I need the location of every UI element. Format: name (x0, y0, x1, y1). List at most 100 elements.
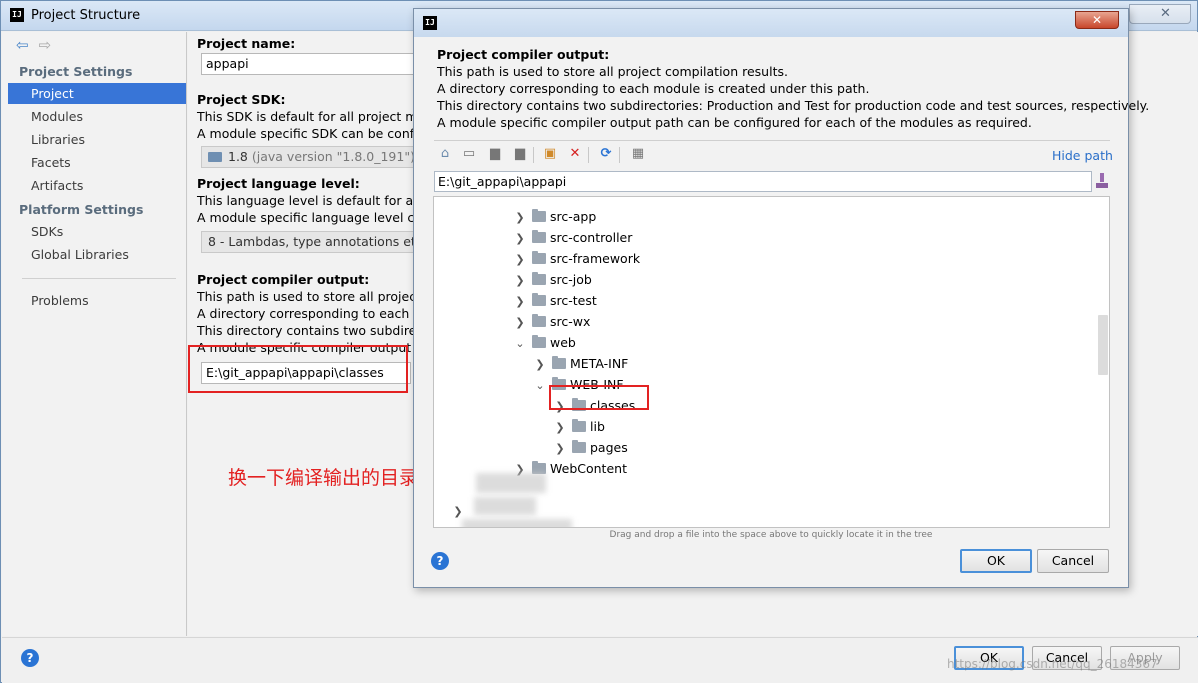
language-level-desc-1: This language level is default for all p (197, 193, 432, 208)
folder-icon (532, 314, 546, 327)
dialog-ok-button[interactable]: OK (960, 549, 1032, 573)
folder-icon (532, 251, 546, 264)
tree-node[interactable]: ❯ src-test (514, 290, 597, 311)
dialog-divider (434, 140, 1110, 141)
dialog-help-icon[interactable]: ? (431, 552, 449, 570)
sidebar-item-facets[interactable]: Facets (8, 152, 186, 173)
sidebar-item-global-libraries[interactable]: Global Libraries (8, 244, 186, 265)
tree-node-label: src-job (550, 272, 592, 287)
show-hidden-icon[interactable]: ▦ (630, 146, 646, 162)
home-icon[interactable]: ⌂ (437, 146, 453, 162)
chevron-right-icon[interactable]: ❯ (514, 270, 526, 291)
sidebar-item-problems[interactable]: Problems (8, 290, 186, 311)
chevron-right-icon[interactable]: ❯ (554, 438, 566, 459)
toolbar-separator (588, 147, 589, 163)
dialog-titlebar: IJ ✕ (414, 9, 1128, 37)
chevron-right-icon[interactable]: ❯ (514, 312, 526, 333)
compiler-output-desc-1: This path is used to store all project c (197, 289, 432, 304)
chevron-right-icon[interactable]: ❯ (514, 249, 526, 270)
chevron-right-icon[interactable]: ❯ (514, 291, 526, 312)
tree-node-label: META-INF (570, 356, 629, 371)
dialog-cancel-button[interactable]: Cancel (1037, 549, 1109, 573)
tree-node[interactable]: ❯ (452, 500, 464, 521)
download-path-icon[interactable] (1095, 173, 1109, 189)
sdk-version: 1.8 (228, 149, 248, 164)
intellij-app-icon: IJ (423, 16, 437, 30)
watermark: https://blog.csdn.net/qq_26184367 (947, 657, 1158, 671)
compiler-output-desc-2: A directory corresponding to each m (197, 306, 426, 321)
tree-node[interactable]: ❯ src-app (514, 206, 596, 227)
path-input[interactable]: E:\git_appapi\appapi (434, 171, 1092, 192)
chevron-right-icon[interactable]: ❯ (534, 354, 546, 375)
folder-icon (572, 440, 586, 453)
forward-arrow-icon[interactable]: ⇨ (39, 36, 52, 54)
tree-node-label: src-wx (550, 314, 591, 329)
toolbar-separator (533, 147, 534, 163)
new-folder-icon[interactable]: ▣ (542, 146, 558, 162)
redacted-tree-item (476, 473, 546, 493)
intellij-app-icon: IJ (10, 8, 24, 22)
module-folder-icon[interactable]: ▆ (512, 146, 528, 162)
dialog-close-button[interactable]: ✕ (1075, 11, 1119, 29)
language-level-desc-2: A module specific language level can (197, 210, 430, 225)
tree-node[interactable]: ⌄ web (514, 332, 576, 353)
toolbar-separator (619, 147, 620, 163)
sidebar-item-artifacts[interactable]: Artifacts (8, 175, 186, 196)
tree-node[interactable]: ❯ src-controller (514, 227, 632, 248)
window-close-button[interactable]: ✕ (1129, 4, 1191, 24)
tree-node[interactable]: ❯ pages (554, 437, 628, 458)
dialog-description: Project compiler output: This path is us… (437, 47, 1149, 147)
folder-icon (532, 335, 546, 348)
sidebar-item-sdks[interactable]: SDKs (8, 221, 186, 242)
compiler-output-dialog: IJ ✕ Project compiler output: This path … (413, 8, 1149, 588)
chevron-down-icon[interactable]: ⌄ (534, 375, 546, 396)
project-name-label: Project name: (197, 36, 296, 51)
tree-node[interactable]: ❯ META-INF (534, 353, 628, 374)
dialog-heading: Project compiler output: (437, 47, 610, 62)
folder-icon (532, 230, 546, 243)
desktop-icon[interactable]: ▭ (461, 146, 477, 162)
project-folder-icon[interactable]: ▆ (487, 146, 503, 162)
tree-node-label: src-test (550, 293, 597, 308)
help-icon[interactable]: ? (21, 649, 39, 667)
tree-node[interactable]: ❯ src-wx (514, 311, 590, 332)
dialog-desc-4: A module specific compiler output path c… (437, 115, 1032, 130)
chevron-right-icon[interactable]: ❯ (514, 228, 526, 249)
folder-icon (532, 272, 546, 285)
hide-path-link[interactable]: Hide path (1052, 148, 1113, 163)
folder-icon (532, 209, 546, 222)
drag-drop-hint: Drag and drop a file into the space abov… (609, 530, 933, 540)
tree-node-label: web (550, 335, 576, 350)
project-sdk-desc-1: This SDK is default for all project mod (197, 109, 434, 124)
heading-platform-settings: Platform Settings (19, 202, 144, 217)
project-sdk-desc-2: A module specific SDK can be configu (197, 126, 434, 141)
file-tree[interactable]: ❯ src-app ❯ src-controller ❯ src-framework … (433, 196, 1110, 528)
heading-project-settings: Project Settings (19, 64, 133, 79)
highlight-classes-folder (549, 385, 649, 410)
project-sdk-label: Project SDK: (197, 92, 286, 107)
tree-node[interactable]: ❯ src-job (514, 269, 592, 290)
sidebar-item-libraries[interactable]: Libraries (8, 129, 186, 150)
dialog-desc-2: A directory corresponding to each module… (437, 81, 870, 96)
settings-sidebar: ⇦ ⇨ Project Settings Project Modules Libr… (2, 32, 187, 636)
folder-icon (532, 293, 546, 306)
project-name-input[interactable]: appapi (201, 53, 441, 75)
chevron-right-icon[interactable]: ❯ (554, 417, 566, 438)
tree-node[interactable]: ❯ src-framework (514, 248, 640, 269)
tree-node-label: src-app (550, 209, 597, 224)
compiler-output-label: Project compiler output: (197, 272, 370, 287)
highlight-compiler-output (188, 345, 408, 393)
tree-node-label: pages (590, 440, 628, 455)
chevron-down-icon[interactable]: ⌄ (514, 333, 526, 354)
sidebar-item-project[interactable]: Project (8, 83, 186, 104)
refresh-icon[interactable]: ⟳ (598, 146, 614, 162)
tree-node[interactable]: ❯ lib (554, 416, 605, 437)
tree-scrollbar[interactable] (1098, 315, 1108, 375)
chevron-right-icon[interactable]: ❯ (514, 207, 526, 228)
language-level-select[interactable]: 8 - Lambdas, type annotations etc. (201, 231, 441, 253)
delete-icon[interactable]: ✕ (567, 146, 583, 162)
back-arrow-icon[interactable]: ⇦ (16, 36, 29, 54)
sidebar-item-modules[interactable]: Modules (8, 106, 186, 127)
sidebar-divider (22, 278, 176, 279)
project-sdk-select[interactable]: 1.8 (java version "1.8.0_191") (201, 146, 441, 168)
